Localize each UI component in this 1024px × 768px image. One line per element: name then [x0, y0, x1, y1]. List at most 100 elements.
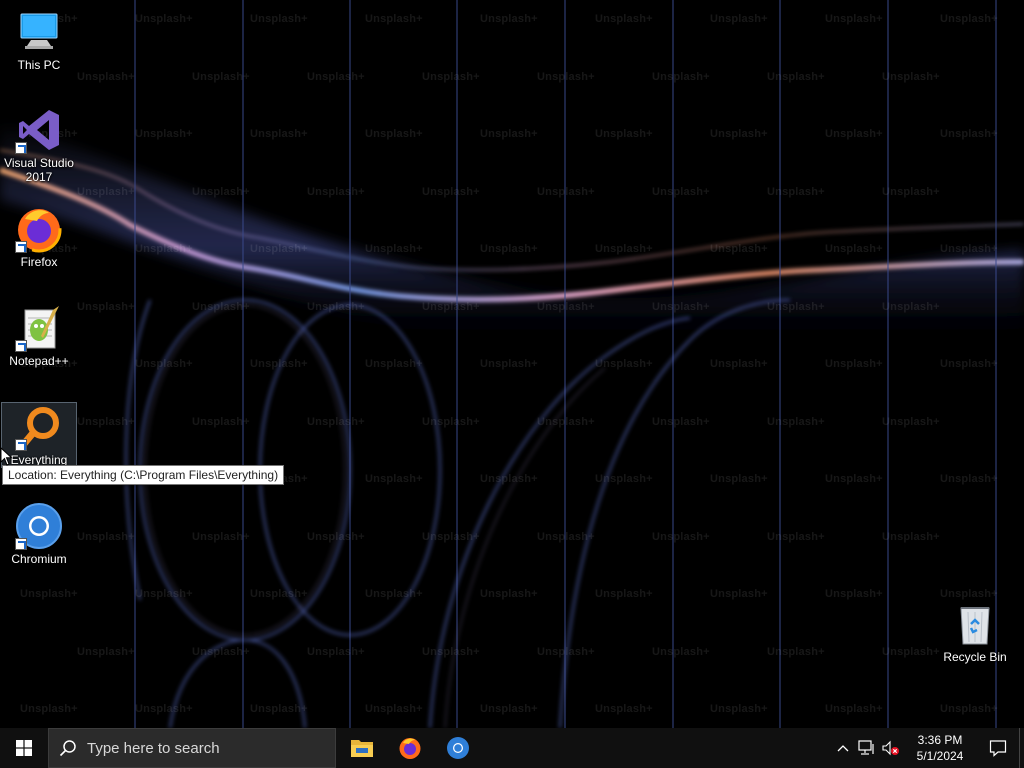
watermark-text: Unsplash+	[825, 473, 883, 485]
clock-time: 3:36 PM	[917, 733, 963, 747]
taskbar-firefox[interactable]	[386, 728, 434, 768]
show-hidden-icons-button[interactable]	[831, 728, 855, 768]
watermark-text: Unsplash+	[192, 70, 250, 83]
system-tray: 3:36 PM 5/1/2024	[831, 728, 1024, 768]
watermark-text: Unsplash+	[365, 473, 423, 485]
start-button[interactable]	[0, 728, 48, 768]
watermark-text: Unsplash+	[250, 128, 308, 140]
taskbar-chromium[interactable]	[434, 728, 482, 768]
search-icon	[59, 740, 76, 757]
desktop-icon-label: Visual Studio 2017	[4, 156, 74, 184]
watermark-text: Unsplash+	[537, 70, 595, 83]
watermark-text: Unsplash+	[365, 358, 423, 370]
watermark-text: Unsplash+	[940, 243, 998, 255]
watermark-text: Unsplash+	[825, 588, 883, 600]
watermark-text: Unsplash+	[767, 530, 825, 543]
watermark-text: Unsplash+	[767, 300, 825, 313]
watermark-text: Unsplash+	[882, 70, 940, 83]
firefox-icon	[399, 738, 421, 759]
watermark-text: Unsplash+	[767, 645, 825, 658]
chromium-icon	[447, 737, 469, 759]
taskbar-search-box[interactable]: Type here to search	[48, 728, 336, 768]
watermark-text: Unsplash+	[825, 128, 883, 140]
watermark-text: Unsplash+	[710, 358, 768, 370]
watermark-text: Unsplash+	[365, 13, 423, 25]
watermark-text: Unsplash+	[940, 13, 998, 25]
watermark-text: Unsplash+	[710, 588, 768, 600]
watermark-text: Unsplash+	[595, 243, 653, 255]
watermark-text: Unsplash+	[77, 415, 135, 428]
watermark-text: Unsplash+	[307, 185, 365, 198]
watermark-text: Unsplash+	[77, 185, 135, 198]
recycle-bin-icon	[951, 600, 999, 648]
watermark-text: Unsplash+	[652, 530, 710, 543]
network-status-button[interactable]	[855, 728, 879, 768]
watermark-text: Unsplash+	[882, 645, 940, 658]
desktop-icon-label: Firefox	[20, 255, 58, 269]
watermark-text: Unsplash+	[882, 415, 940, 428]
watermark-text: Unsplash+	[422, 300, 480, 313]
watermark-text: Unsplash+	[365, 243, 423, 255]
shortcut-arrow-icon	[15, 538, 27, 550]
watermark-text: Unsplash+	[652, 645, 710, 658]
volume-button[interactable]	[879, 728, 903, 768]
watermark-text: Unsplash+	[537, 300, 595, 313]
watermark-text: Unsplash+	[192, 530, 250, 543]
watermark-text: Unsplash+	[595, 703, 653, 715]
taskbar-file-explorer[interactable]	[338, 728, 386, 768]
action-center-button[interactable]	[977, 728, 1019, 768]
network-icon	[858, 740, 874, 755]
watermark-text: Unsplash+	[135, 588, 193, 600]
watermark-text: Unsplash+	[135, 128, 193, 140]
watermark-text: Unsplash+	[595, 358, 653, 370]
watermark-text: Unsplash+	[595, 13, 653, 25]
watermark-text: Unsplash+	[365, 588, 423, 600]
desktop-icon-firefox[interactable]: Firefox	[1, 205, 77, 269]
watermark-text: Unsplash+	[940, 473, 998, 485]
watermark-text: Unsplash+	[940, 128, 998, 140]
watermark-text: Unsplash+	[652, 185, 710, 198]
watermark-text: Unsplash+	[480, 703, 538, 715]
watermark-text: Unsplash+	[710, 243, 768, 255]
watermark-text: Unsplash+	[767, 70, 825, 83]
watermark-text: Unsplash+	[250, 358, 308, 370]
watermark-text: Unsplash+	[365, 703, 423, 715]
clock-date: 5/1/2024	[916, 749, 964, 763]
watermark-text: Unsplash+	[480, 13, 538, 25]
firefox-icon	[15, 205, 63, 253]
desktop-icon-tooltip: Location: Everything (C:\Program Files\E…	[2, 465, 285, 485]
desktop-icon-notepad-plus-plus[interactable]: Notepad++	[1, 304, 77, 368]
watermark-text: Unsplash+	[882, 185, 940, 198]
watermark-text: Unsplash+	[480, 243, 538, 255]
desktop-icon-this-pc[interactable]: This PC	[1, 8, 77, 72]
desktop-icon-recycle-bin[interactable]: Recycle Bin	[937, 600, 1013, 664]
watermark-text: Unsplash+	[192, 645, 250, 658]
watermark-text: Unsplash+	[422, 185, 480, 198]
watermark-text: Unsplash+	[135, 358, 193, 370]
windows-logo-icon	[16, 740, 32, 756]
watermark-text: Unsplash+	[537, 185, 595, 198]
shortcut-arrow-icon	[15, 340, 27, 352]
watermark-text: Unsplash+	[422, 70, 480, 83]
watermark-text: Unsplash+	[480, 128, 538, 140]
watermark-text: Unsplash+	[710, 128, 768, 140]
watermark-text: Unsplash+	[767, 415, 825, 428]
watermark-text: Unsplash+	[135, 13, 193, 25]
taskbar-clock[interactable]: 3:36 PM 5/1/2024	[903, 732, 977, 764]
watermark-text: Unsplash+	[422, 530, 480, 543]
watermark-text: Unsplash+	[710, 473, 768, 485]
show-desktop-button[interactable]	[1019, 728, 1024, 768]
desktop-icon-chromium[interactable]: Chromium	[1, 502, 77, 566]
watermark-text: Unsplash+	[480, 588, 538, 600]
watermark-text: Unsplash+	[135, 243, 193, 255]
watermark-text: Unsplash+	[250, 13, 308, 25]
watermark-text: Unsplash+	[940, 703, 998, 715]
desktop-icon-visual-studio[interactable]: Visual Studio 2017	[1, 106, 77, 184]
watermark-text: Unsplash+	[652, 70, 710, 83]
shortcut-arrow-icon	[15, 241, 27, 253]
watermark-text: Unsplash+	[20, 703, 78, 715]
watermark-text: Unsplash+	[480, 358, 538, 370]
watermark-text: Unsplash+	[652, 415, 710, 428]
watermark-text: Unsplash+	[825, 358, 883, 370]
watermark-text: Unsplash+	[422, 645, 480, 658]
